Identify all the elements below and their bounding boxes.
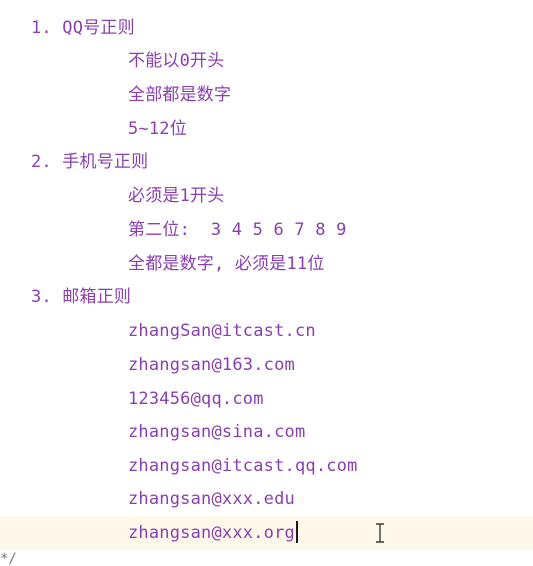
line-text: zhangSan@itcast.cn [128,321,316,341]
comment-line-email-example-5[interactable]: zhangsan@itcast.qq.com [0,449,533,483]
comment-line-qq-rule-3[interactable]: 5~12位 [0,112,533,146]
line-text: 2. 手机号正则 [31,152,149,172]
comment-line-email-heading[interactable]: 3. 邮箱正则 [0,280,533,314]
comment-line-qq-rule-2[interactable]: 全部都是数字 [0,78,533,112]
comment-line-phone-rule-1[interactable]: 必须是1开头 [0,179,533,213]
line-text: zhangsan@xxx.org [128,523,295,543]
comment-line-email-example-2[interactable]: zhangsan@163.com [0,348,533,382]
comment-line-phone-rule-3[interactable]: 全都是数字, 必须是11位 [0,247,533,281]
text-ibeam-cursor-icon [376,523,384,543]
code-editor[interactable]: 1. QQ号正则 不能以0开头 全部都是数字 5~12位 2. 手机号正则 必须… [0,0,533,566]
comment-line-qq-heading[interactable]: 1. QQ号正则 [0,11,533,45]
comment-line-email-example-6[interactable]: zhangsan@xxx.edu [0,482,533,516]
line-text: zhangsan@163.com [128,355,295,375]
line-text: zhangsan@sina.com [128,422,306,442]
line-text: 3. 邮箱正则 [31,287,132,307]
line-text: 全都是数字, 必须是11位 [128,254,325,274]
line-text: 123456@qq.com [128,389,264,409]
comment-line-phone-heading[interactable]: 2. 手机号正则 [0,145,533,179]
comment-line-phone-rule-2[interactable]: 第二位: 3 4 5 6 7 8 9 [0,213,533,247]
comment-line-email-example-1[interactable]: zhangSan@itcast.cn [0,314,533,348]
line-text: 全部都是数字 [128,85,232,105]
current-line[interactable]: zhangsan@xxx.org [0,516,533,550]
line-text: 第二位: 3 4 5 6 7 8 9 [128,220,347,240]
comment-line-email-example-4[interactable]: zhangsan@sina.com [0,415,533,449]
line-text: 5~12位 [128,119,187,139]
line-text: zhangsan@itcast.qq.com [128,456,358,476]
line-text: 1. QQ号正则 [31,18,135,38]
text-caret [295,521,298,543]
line-text: zhangsan@xxx.edu [128,489,295,509]
line-text: 不能以0开头 [128,51,225,71]
comment-line-email-example-3[interactable]: 123456@qq.com [0,382,533,416]
comment-line-qq-rule-1[interactable]: 不能以0开头 [0,44,533,78]
line-text: 必须是1开头 [128,186,225,206]
